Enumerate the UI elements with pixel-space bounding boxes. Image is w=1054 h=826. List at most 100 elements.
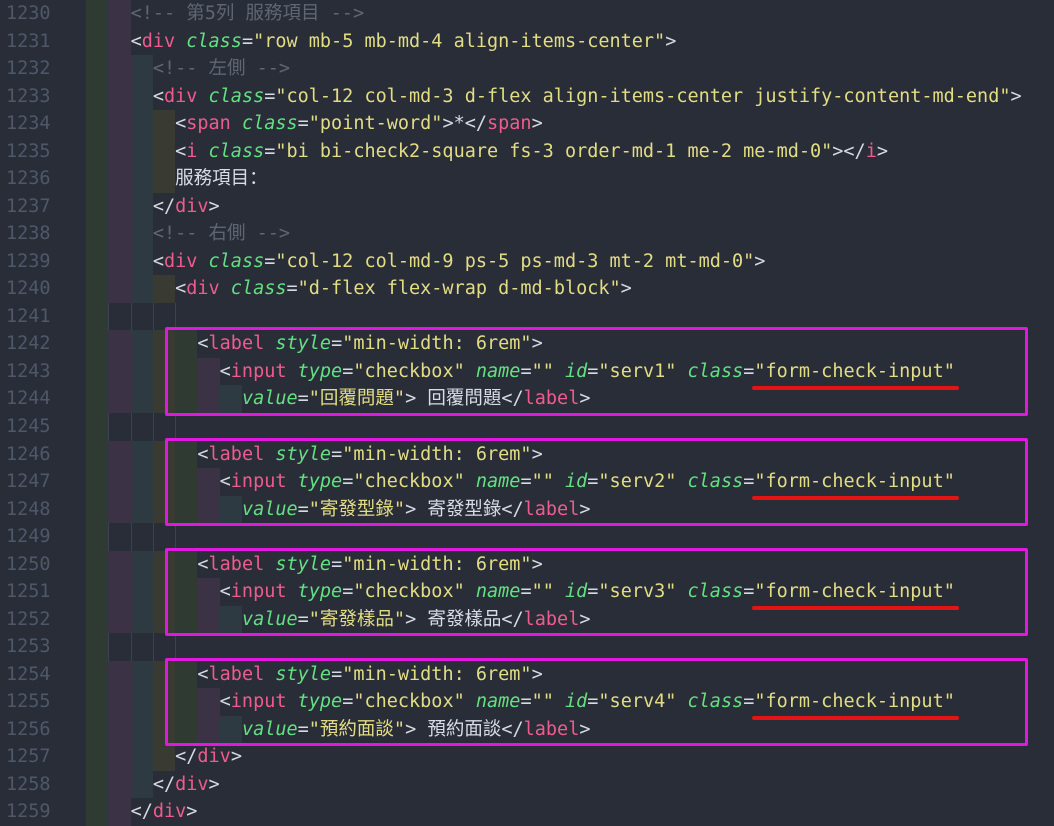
- indent-guide: [175, 303, 176, 331]
- code-line[interactable]: <!-- 第5列 服務項目 -->: [86, 0, 1054, 28]
- line-number[interactable]: 1230: [0, 0, 86, 28]
- code-line[interactable]: value="預約面談"> 預約面談</label>: [86, 716, 1054, 744]
- code-line[interactable]: [86, 523, 1054, 551]
- code-line[interactable]: <label style="min-width: 6rem">: [86, 661, 1054, 689]
- line-number[interactable]: 1244: [0, 385, 86, 413]
- code-line[interactable]: <input type="checkbox" name="" id="serv2…: [86, 468, 1054, 496]
- line-number[interactable]: 1241: [0, 303, 86, 331]
- code-line[interactable]: <label style="min-width: 6rem">: [86, 330, 1054, 358]
- code-token: class: [676, 691, 743, 712]
- line-number[interactable]: 1243: [0, 358, 86, 386]
- line-number[interactable]: 1249: [0, 523, 86, 551]
- code-token: 預約面談: [427, 719, 501, 740]
- code-line[interactable]: </div>: [86, 771, 1054, 799]
- line-number[interactable]: 1242: [0, 330, 86, 358]
- code-line[interactable]: </div>: [86, 798, 1054, 826]
- code-line[interactable]: <i class="bi bi-check2-square fs-3 order…: [86, 138, 1054, 166]
- indent-band: [86, 523, 108, 551]
- line-number[interactable]: 1232: [0, 55, 86, 83]
- code-line[interactable]: value="寄發樣品"> 寄發樣品</label>: [86, 606, 1054, 634]
- line-number[interactable]: 1254: [0, 661, 86, 689]
- line-number[interactable]: 1246: [0, 441, 86, 469]
- code-token: type: [287, 471, 343, 492]
- editor-row: 1234 <span class="point-word">*</span>: [0, 110, 1054, 138]
- editor-row: 1251 <input type="checkbox" name="" id="…: [0, 578, 1054, 606]
- indent-band: [86, 303, 108, 331]
- line-number[interactable]: 1257: [0, 743, 86, 771]
- code-line[interactable]: <input type="checkbox" name="" id="serv1…: [86, 358, 1054, 386]
- line-number[interactable]: 1234: [0, 110, 86, 138]
- code-line[interactable]: <input type="checkbox" name="" id="serv3…: [86, 578, 1054, 606]
- indent-guide: [108, 413, 109, 441]
- code-token: "min-width: 6rem": [342, 444, 531, 465]
- code-line[interactable]: <label style="min-width: 6rem">: [86, 441, 1054, 469]
- line-number[interactable]: 1240: [0, 275, 86, 303]
- code-line[interactable]: value="寄發型錄"> 寄發型錄</label>: [86, 496, 1054, 524]
- code-line[interactable]: <div class="col-12 col-md-9 ps-5 ps-md-3…: [86, 248, 1054, 276]
- code-token: value: [242, 609, 298, 630]
- line-number[interactable]: 1248: [0, 496, 86, 524]
- line-number[interactable]: 1258: [0, 771, 86, 799]
- code-token: =: [331, 333, 342, 354]
- code-text: <!-- 左側 -->: [86, 58, 290, 79]
- code-token: "d-flex flex-wrap d-md-block": [298, 278, 621, 299]
- code-token: "min-width: 6rem": [342, 333, 531, 354]
- line-number[interactable]: 1247: [0, 468, 86, 496]
- code-line[interactable]: 服務項目：: [86, 165, 1054, 193]
- code-token: >: [877, 141, 888, 162]
- line-number[interactable]: 1255: [0, 688, 86, 716]
- code-line[interactable]: </div>: [86, 743, 1054, 771]
- indent-guide: [131, 413, 132, 441]
- line-number[interactable]: 1253: [0, 633, 86, 661]
- code-token: <: [175, 141, 186, 162]
- code-line[interactable]: <div class="d-flex flex-wrap d-md-block"…: [86, 275, 1054, 303]
- indent-guide: [131, 523, 132, 551]
- code-line[interactable]: <label style="min-width: 6rem">: [86, 551, 1054, 579]
- code-line[interactable]: </div>: [86, 193, 1054, 221]
- code-token: =: [298, 499, 309, 520]
- code-token: class: [197, 251, 264, 272]
- code-line[interactable]: [86, 303, 1054, 331]
- code-line[interactable]: <input type="checkbox" name="" id="serv4…: [86, 688, 1054, 716]
- line-number[interactable]: 1245: [0, 413, 86, 441]
- line-number[interactable]: 1250: [0, 551, 86, 579]
- line-number[interactable]: 1235: [0, 138, 86, 166]
- code-token: >: [579, 719, 590, 740]
- code-token: >: [209, 196, 220, 217]
- code-line[interactable]: <!-- 右側 -->: [86, 220, 1054, 248]
- code-line[interactable]: [86, 413, 1054, 441]
- indent-guide: [175, 633, 176, 661]
- line-number[interactable]: 1238: [0, 220, 86, 248]
- code-line[interactable]: [86, 633, 1054, 661]
- line-number[interactable]: 1231: [0, 28, 86, 56]
- line-number[interactable]: 1233: [0, 83, 86, 111]
- line-number[interactable]: 1256: [0, 716, 86, 744]
- code-line[interactable]: <span class="point-word">*</span>: [86, 110, 1054, 138]
- code-line[interactable]: <!-- 左側 -->: [86, 55, 1054, 83]
- code-token: class: [676, 471, 743, 492]
- editor-row: 1233 <div class="col-12 col-md-3 d-flex …: [0, 83, 1054, 111]
- underlined-token: "form-check-input": [754, 361, 954, 382]
- code-token: </: [153, 774, 175, 795]
- code-line[interactable]: value="回覆問題"> 回覆問題</label>: [86, 385, 1054, 413]
- underlined-token: "form-check-input": [754, 581, 954, 602]
- editor-row: 1237 </div>: [0, 193, 1054, 221]
- code-token: =: [743, 361, 754, 382]
- indent-guide: [131, 633, 132, 661]
- line-number[interactable]: 1236: [0, 165, 86, 193]
- code-token: class: [175, 31, 242, 52]
- indent-guide: [175, 413, 176, 441]
- code-token: label: [209, 444, 265, 465]
- line-number[interactable]: 1259: [0, 798, 86, 826]
- code-text: <input type="checkbox" name="" id="serv4…: [86, 691, 955, 712]
- line-number[interactable]: 1239: [0, 248, 86, 276]
- line-number[interactable]: 1251: [0, 578, 86, 606]
- code-token: "min-width: 6rem": [342, 664, 531, 685]
- line-number[interactable]: 1237: [0, 193, 86, 221]
- code-token: "": [532, 581, 554, 602]
- code-line[interactable]: <div class="col-12 col-md-3 d-flex align…: [86, 83, 1054, 111]
- line-number[interactable]: 1252: [0, 606, 86, 634]
- code-line[interactable]: <div class="row mb-5 mb-md-4 align-items…: [86, 28, 1054, 56]
- code-token: =: [520, 691, 531, 712]
- underlined-token: "form-check-input": [754, 691, 954, 712]
